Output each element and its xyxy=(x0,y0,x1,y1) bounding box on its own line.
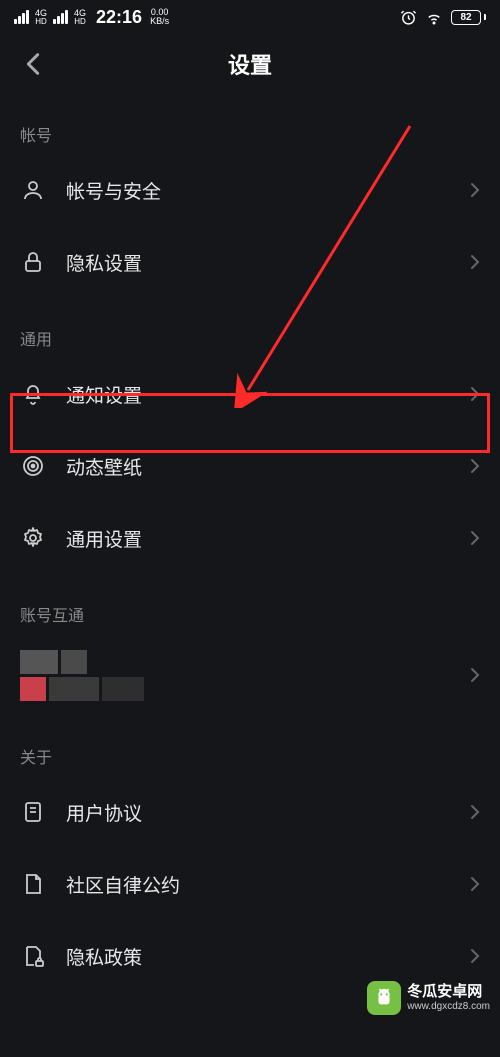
signal-icon-2 xyxy=(53,10,68,24)
watermark-logo-icon xyxy=(367,981,401,1015)
section-header-general: 通用 xyxy=(20,298,480,358)
section-header-about: 关于 xyxy=(20,716,480,776)
item-user-agreement[interactable]: 用户协议 xyxy=(20,776,480,848)
item-community-convention[interactable]: 社区自律公约 xyxy=(20,848,480,920)
chevron-right-icon xyxy=(470,667,480,683)
spiral-icon xyxy=(20,453,46,479)
item-label: 通知设置 xyxy=(66,381,470,408)
item-label: 隐私政策 xyxy=(66,943,470,970)
battery-icon: 82 xyxy=(451,10,486,25)
chevron-right-icon xyxy=(470,458,480,474)
item-label: 用户协议 xyxy=(66,799,470,826)
person-icon xyxy=(20,177,46,203)
network-label-1: 4GHD xyxy=(35,9,47,26)
navbar: 设置 xyxy=(0,34,500,94)
section-header-account: 帐号 xyxy=(20,94,480,154)
bell-icon xyxy=(20,381,46,407)
item-linked-account[interactable] xyxy=(20,634,480,716)
item-label: 通用设置 xyxy=(66,525,470,552)
gear-icon xyxy=(20,525,46,551)
section-about: 关于 用户协议 社区自律公约 隐私政策 xyxy=(0,716,500,992)
wifi-icon xyxy=(425,8,443,26)
status-speed: 0.00 KB/s xyxy=(150,8,169,26)
status-bar: 4GHD 4GHD 22:16 0.00 KB/s 82 xyxy=(0,0,500,34)
item-privacy-settings[interactable]: 隐私设置 xyxy=(20,226,480,298)
watermark-text: 冬瓜安卓网 www.dgxcdz8.com xyxy=(407,984,490,1012)
item-label: 动态壁纸 xyxy=(66,453,470,480)
network-label-2: 4GHD xyxy=(74,9,86,26)
lock-icon xyxy=(20,249,46,275)
item-label: 隐私设置 xyxy=(66,249,470,276)
section-interconnect: 账号互通 xyxy=(0,574,500,716)
chevron-right-icon xyxy=(470,386,480,402)
watermark: 冬瓜安卓网 www.dgxcdz8.com xyxy=(357,977,500,1019)
linked-account-thumbnail xyxy=(20,650,144,701)
section-general: 通用 通知设置 动态壁纸 通用设置 xyxy=(0,298,500,574)
chevron-right-icon xyxy=(470,182,480,198)
document-icon xyxy=(20,799,46,825)
item-general-settings[interactable]: 通用设置 xyxy=(20,502,480,574)
watermark-name: 冬瓜安卓网 xyxy=(407,984,490,1001)
watermark-url: www.dgxcdz8.com xyxy=(407,1001,490,1012)
status-left: 4GHD 4GHD 22:16 0.00 KB/s xyxy=(14,7,169,28)
signal-icon-1 xyxy=(14,10,29,24)
status-right: 82 xyxy=(400,8,486,26)
page-title: 设置 xyxy=(228,48,272,80)
chevron-right-icon xyxy=(470,530,480,546)
chevron-right-icon xyxy=(470,876,480,892)
page-icon xyxy=(20,871,46,897)
document-lock-icon xyxy=(20,943,46,969)
chevron-right-icon xyxy=(470,254,480,270)
item-notification-settings[interactable]: 通知设置 xyxy=(20,358,480,430)
item-label: 帐号与安全 xyxy=(66,177,470,204)
alarm-icon xyxy=(400,9,417,26)
chevron-right-icon xyxy=(470,948,480,964)
section-account: 帐号 帐号与安全 隐私设置 xyxy=(0,94,500,298)
item-dynamic-wallpaper[interactable]: 动态壁纸 xyxy=(20,430,480,502)
chevron-right-icon xyxy=(470,804,480,820)
back-button[interactable] xyxy=(20,46,46,82)
chevron-left-icon xyxy=(26,52,40,76)
item-account-security[interactable]: 帐号与安全 xyxy=(20,154,480,226)
section-header-interconnect: 账号互通 xyxy=(20,574,480,634)
item-label: 社区自律公约 xyxy=(66,871,470,898)
status-time: 22:16 xyxy=(96,7,142,28)
